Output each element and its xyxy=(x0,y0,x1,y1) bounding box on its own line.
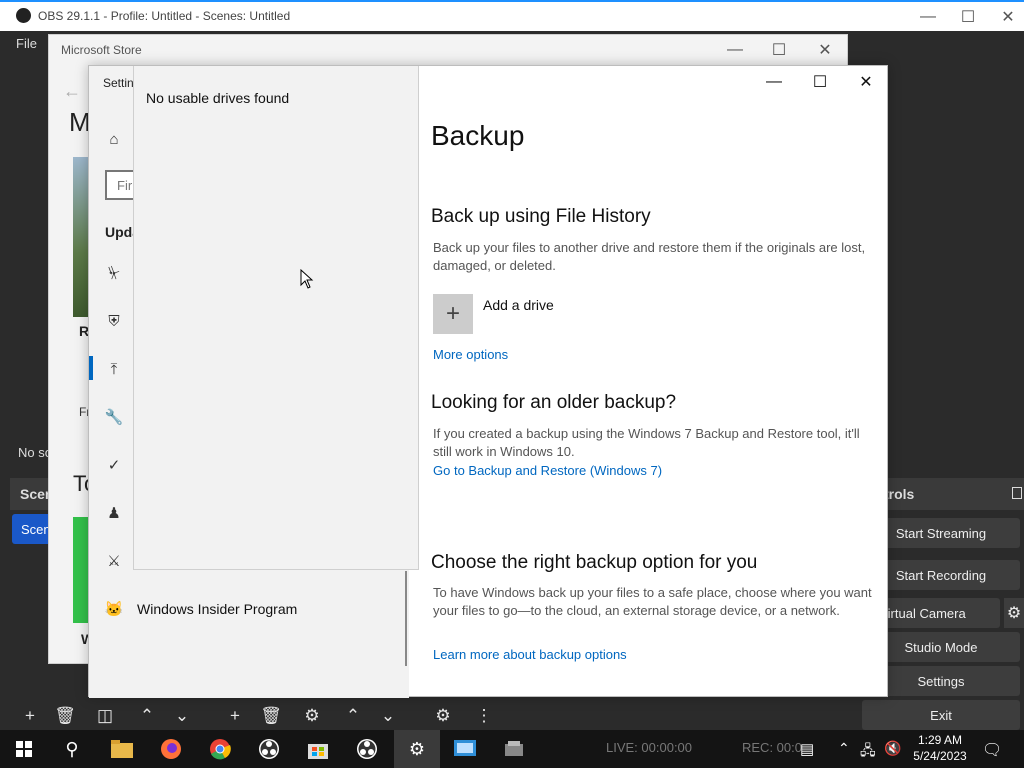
menu-file[interactable]: File xyxy=(16,36,37,51)
obs-controls-header-label: trols xyxy=(884,486,915,502)
backup-restore-win7-link[interactable]: Go to Backup and Restore (Windows 7) xyxy=(433,463,662,478)
obs-maximize-button[interactable]: ☐ xyxy=(946,2,990,31)
shield-icon[interactable]: ⛨ xyxy=(105,312,123,330)
source-move-down-icon[interactable]: ⌄ xyxy=(375,704,401,728)
source-properties-gear-icon[interactable]: ⚙ xyxy=(299,704,325,728)
nav-scrollbar[interactable] xyxy=(405,571,407,666)
obs-minimize-button[interactable]: — xyxy=(906,2,950,31)
notification-center-icon[interactable]: 🗨 xyxy=(982,740,1002,760)
activation-check-icon[interactable]: ✓ xyxy=(105,456,123,474)
add-scene-plus-icon[interactable]: + xyxy=(17,704,43,728)
settings-close-button[interactable]: ✕ xyxy=(843,66,889,98)
obs-taskbar-icon-2[interactable] xyxy=(348,735,386,763)
tray-chevron-up-icon[interactable]: ⌃ xyxy=(838,740,850,757)
home-icon[interactable]: ⌂ xyxy=(105,130,123,148)
nav-selected-indicator xyxy=(89,356,93,380)
remove-scene-trash-icon[interactable]: 🗑 xyxy=(52,704,78,728)
app-taskbar-icon[interactable] xyxy=(495,735,533,763)
file-history-heading: Back up using File History xyxy=(431,206,651,227)
settings-maximize-button[interactable]: ☐ xyxy=(797,66,843,98)
settings-minimize-button[interactable]: — xyxy=(751,66,797,98)
obs-rec-status: REC: 00:0 xyxy=(742,740,802,755)
store-maximize-button[interactable]: ☐ xyxy=(757,35,801,64)
add-source-plus-icon[interactable]: + xyxy=(222,704,248,728)
search-icon[interactable]: ⚲ xyxy=(53,735,91,763)
virtual-camera-settings-gear-icon[interactable]: ⚙ xyxy=(1004,598,1024,628)
right-option-description: To have Windows back up your files to a … xyxy=(433,585,872,618)
control-panel-icon[interactable] xyxy=(446,735,484,763)
volume-muted-icon[interactable]: 🔇 xyxy=(884,740,901,757)
obs-no-source-text: No so xyxy=(18,445,52,460)
news-widget-icon[interactable]: ▤ xyxy=(800,740,814,758)
older-backup-description: If you created a backup using the Window… xyxy=(433,426,860,459)
page-title: Backup xyxy=(431,120,525,151)
firefox-icon[interactable] xyxy=(152,735,190,763)
taskbar-clock[interactable]: 1:29 AM 5/24/2023 xyxy=(906,732,974,764)
no-drives-message: No usable drives found xyxy=(146,90,290,106)
wrench-icon[interactable]: 🔧 xyxy=(105,408,124,426)
backup-upload-icon[interactable]: ⤒ xyxy=(105,360,123,378)
search-placeholder: Fir xyxy=(117,178,133,193)
store-close-button[interactable]: ✕ xyxy=(803,35,847,64)
settings-window: Settin ⌂ Fir Upda ⏧ ⛨ ⤒ 🔧 ✓ ♟ ⚔ 🐱 Window… xyxy=(88,65,889,698)
clock-date: 5/24/2023 xyxy=(913,749,967,763)
network-icon[interactable]: 🖧 xyxy=(860,740,876,764)
source-move-up-icon[interactable]: ⌃ xyxy=(340,704,366,728)
older-backup-heading: Looking for an older backup? xyxy=(431,392,677,413)
settings-window-title: Settin xyxy=(103,76,134,90)
store-minimize-button[interactable]: — xyxy=(713,35,757,64)
scene-move-up-icon[interactable]: ⌃ xyxy=(134,704,160,728)
audio-mixer-menu-icon[interactable]: ⋮ xyxy=(471,704,497,728)
obs-scene-item-label: Scen xyxy=(21,522,51,537)
mouse-cursor-icon xyxy=(300,269,314,289)
drive-picker-flyout: No usable drives found xyxy=(133,66,419,570)
nav-item-windows-insider[interactable]: Windows Insider Program xyxy=(137,601,297,617)
remove-source-trash-icon[interactable]: 🗑 xyxy=(258,704,284,728)
scene-move-down-icon[interactable]: ⌄ xyxy=(169,704,195,728)
exit-button[interactable]: Exit xyxy=(862,700,1020,730)
file-history-description: Back up your files to another drive and … xyxy=(433,240,866,273)
obs-logo-icon xyxy=(16,8,31,23)
file-explorer-icon[interactable] xyxy=(103,735,141,763)
audio-mixer-settings-icon[interactable]: ⚙ xyxy=(430,704,456,728)
obs-close-button[interactable]: ✕ xyxy=(986,2,1024,31)
clock-time: 1:29 AM xyxy=(917,733,963,747)
obs-titlebar: OBS 29.1.1 - Profile: Untitled - Scenes:… xyxy=(0,0,1024,31)
scene-filters-icon[interactable]: ◫ xyxy=(92,704,118,728)
find-device-person-icon[interactable]: ♟ xyxy=(105,504,123,522)
chrome-icon[interactable] xyxy=(201,735,239,763)
insider-cat-icon: 🐱 xyxy=(104,601,124,618)
store-back-arrow-icon[interactable]: ← xyxy=(63,81,81,102)
obs-window-title: OBS 29.1.1 - Profile: Untitled - Scenes:… xyxy=(38,9,291,23)
dock-undock-icon[interactable] xyxy=(1012,487,1022,499)
obs-taskbar-icon[interactable] xyxy=(250,735,288,763)
developer-tools-icon[interactable]: ⚔ xyxy=(105,552,123,570)
start-windows-icon[interactable] xyxy=(5,735,43,763)
learn-more-backup-link[interactable]: Learn more about backup options xyxy=(433,647,627,662)
add-drive-plus-icon[interactable]: + xyxy=(433,294,473,334)
more-options-link[interactable]: More options xyxy=(433,347,508,362)
settings-gear-icon[interactable]: ⚙ xyxy=(398,735,436,763)
microsoft-store-icon[interactable] xyxy=(299,735,337,763)
obs-live-status: LIVE: 00:00:00 xyxy=(606,740,693,755)
add-drive-button[interactable]: Add a drive xyxy=(483,297,554,313)
store-window-title: Microsoft Store xyxy=(61,43,142,57)
windows-update-icon[interactable]: ⏧ xyxy=(105,264,123,282)
right-option-heading: Choose the right backup option for you xyxy=(431,552,758,573)
